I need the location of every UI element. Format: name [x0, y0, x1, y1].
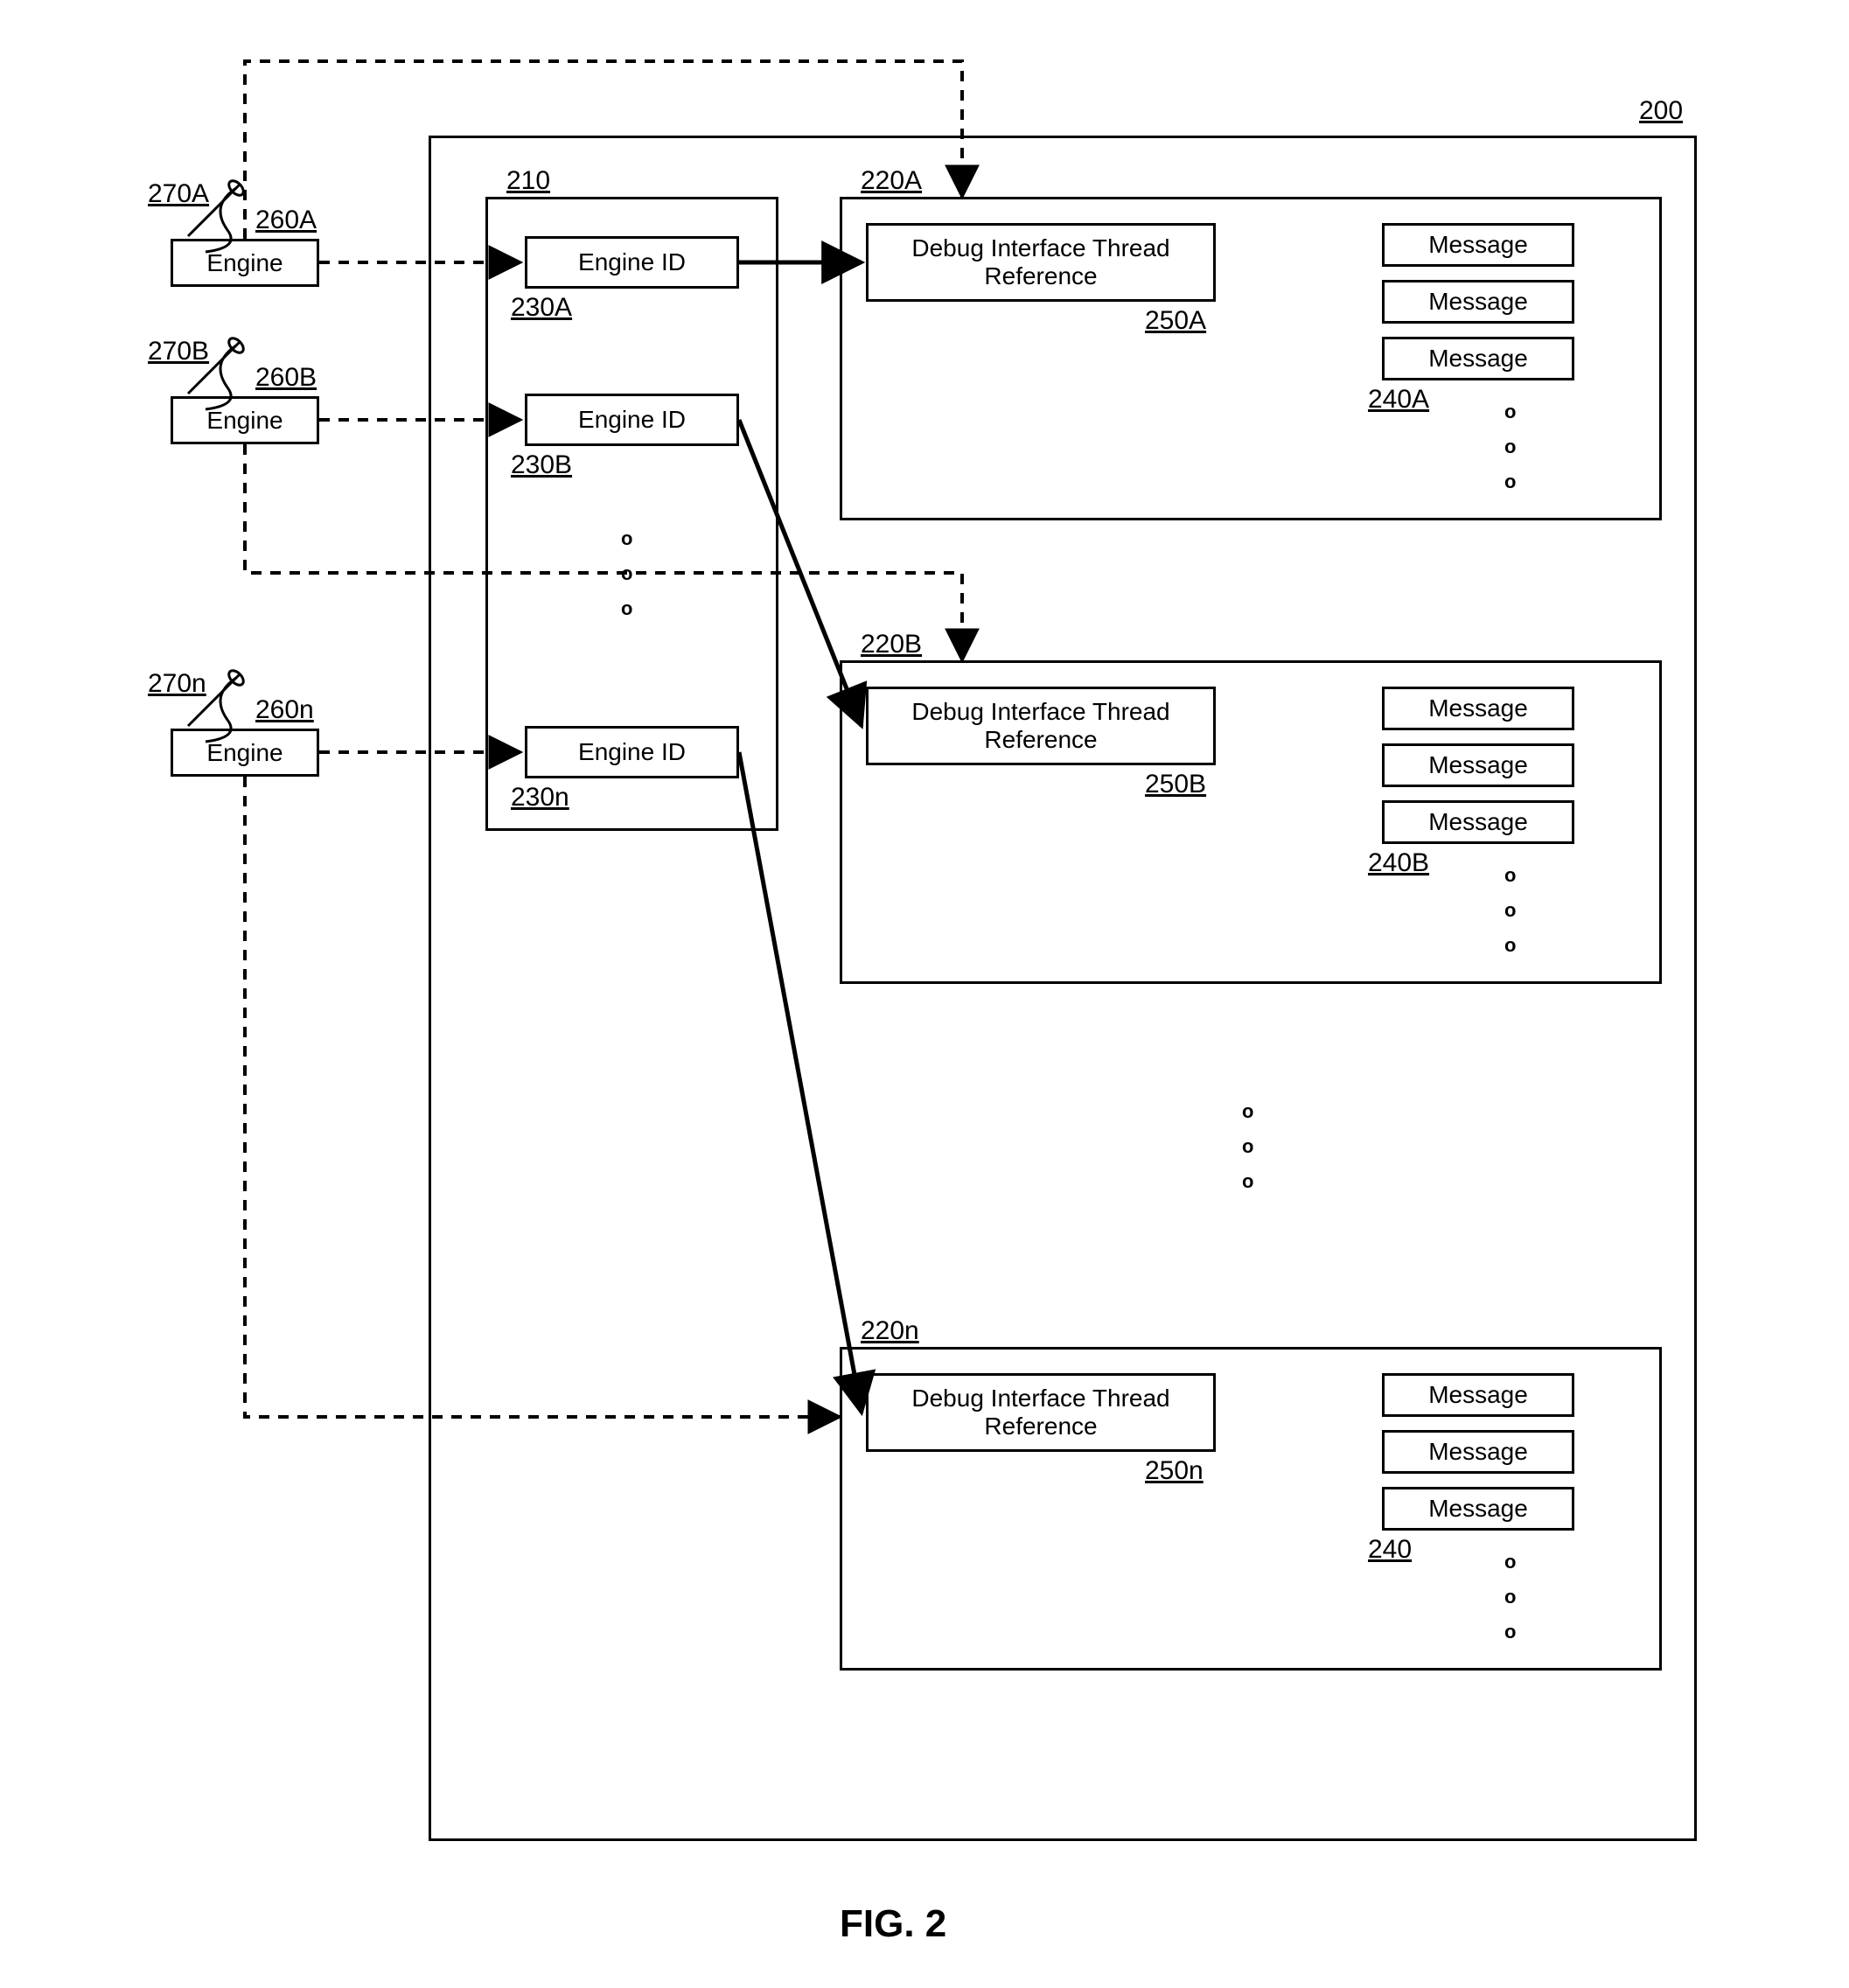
ref-230n: 230n [507, 783, 573, 813]
thread-ref-250a-l1: Debug Interface Thread [911, 234, 1169, 262]
thread-ref-250b-l2: Reference [984, 726, 1097, 754]
ref-260a: 260A [252, 206, 320, 235]
ref-270n: 270n [144, 669, 210, 699]
engine-260a: Engine [171, 239, 319, 287]
msg-n-vdots: ooo [1504, 1552, 1516, 1642]
engine-id-b: Engine ID [525, 394, 739, 446]
engine-id-a-label: Engine ID [578, 248, 686, 276]
ref-260b: 260B [252, 363, 320, 393]
sets-vdots: ooo [1242, 1102, 1253, 1191]
ref-220n: 220n [857, 1316, 923, 1346]
msg-b-3-label: Message [1428, 808, 1528, 836]
ref-270b: 270B [144, 337, 213, 366]
msg-b-2: Message [1382, 743, 1574, 787]
ref-230b: 230B [507, 450, 576, 480]
engine-id-n: Engine ID [525, 726, 739, 778]
ref-220a: 220A [857, 166, 925, 196]
ref-250a: 250A [1141, 306, 1210, 336]
ref-200: 200 [1636, 96, 1686, 126]
msg-n-3: Message [1382, 1487, 1574, 1531]
ref-240a: 240A [1364, 385, 1433, 415]
msg-a-3: Message [1382, 337, 1574, 380]
msg-n-2-label: Message [1428, 1438, 1528, 1466]
thread-ref-250n: Debug Interface Thread Reference [866, 1373, 1216, 1452]
ref-240b: 240B [1364, 848, 1433, 878]
msg-a-1: Message [1382, 223, 1574, 267]
table-vdots: ooo [621, 529, 632, 618]
ref-260n: 260n [252, 695, 317, 725]
engine-260n: Engine [171, 729, 319, 777]
msg-b-vdots: ooo [1504, 866, 1516, 955]
thread-ref-250n-l1: Debug Interface Thread [911, 1385, 1169, 1413]
thread-ref-250b: Debug Interface Thread Reference [866, 687, 1216, 765]
thread-ref-250a-l2: Reference [984, 262, 1097, 290]
thread-ref-250b-l1: Debug Interface Thread [911, 698, 1169, 726]
msg-b-3: Message [1382, 800, 1574, 844]
engine-260n-label: Engine [206, 739, 283, 767]
ref-250n: 250n [1141, 1456, 1207, 1486]
ref-220b: 220B [857, 630, 925, 659]
engine-id-n-label: Engine ID [578, 738, 686, 766]
ref-240n: 240 [1364, 1535, 1415, 1565]
msg-a-2: Message [1382, 280, 1574, 324]
engine-260b: Engine [171, 396, 319, 444]
ref-250b: 250B [1141, 770, 1210, 799]
engine-260b-label: Engine [206, 407, 283, 435]
thread-ref-250a: Debug Interface Thread Reference [866, 223, 1216, 302]
engine-id-a: Engine ID [525, 236, 739, 289]
msg-n-1-label: Message [1428, 1381, 1528, 1409]
msg-a-3-label: Message [1428, 345, 1528, 373]
engine-id-b-label: Engine ID [578, 406, 686, 434]
msg-b-1-label: Message [1428, 694, 1528, 722]
ref-230a: 230A [507, 293, 576, 323]
msg-b-2-label: Message [1428, 751, 1528, 779]
engine-260a-label: Engine [206, 249, 283, 277]
msg-a-2-label: Message [1428, 288, 1528, 316]
thread-ref-250n-l2: Reference [984, 1413, 1097, 1440]
msg-a-vdots: ooo [1504, 402, 1516, 492]
msg-n-2: Message [1382, 1430, 1574, 1474]
ref-210: 210 [503, 166, 554, 196]
msg-a-1-label: Message [1428, 231, 1528, 259]
msg-n-3-label: Message [1428, 1495, 1528, 1523]
figure-caption: FIG. 2 [840, 1902, 946, 1946]
msg-n-1: Message [1382, 1373, 1574, 1417]
msg-b-1: Message [1382, 687, 1574, 730]
ref-270a: 270A [144, 179, 213, 209]
